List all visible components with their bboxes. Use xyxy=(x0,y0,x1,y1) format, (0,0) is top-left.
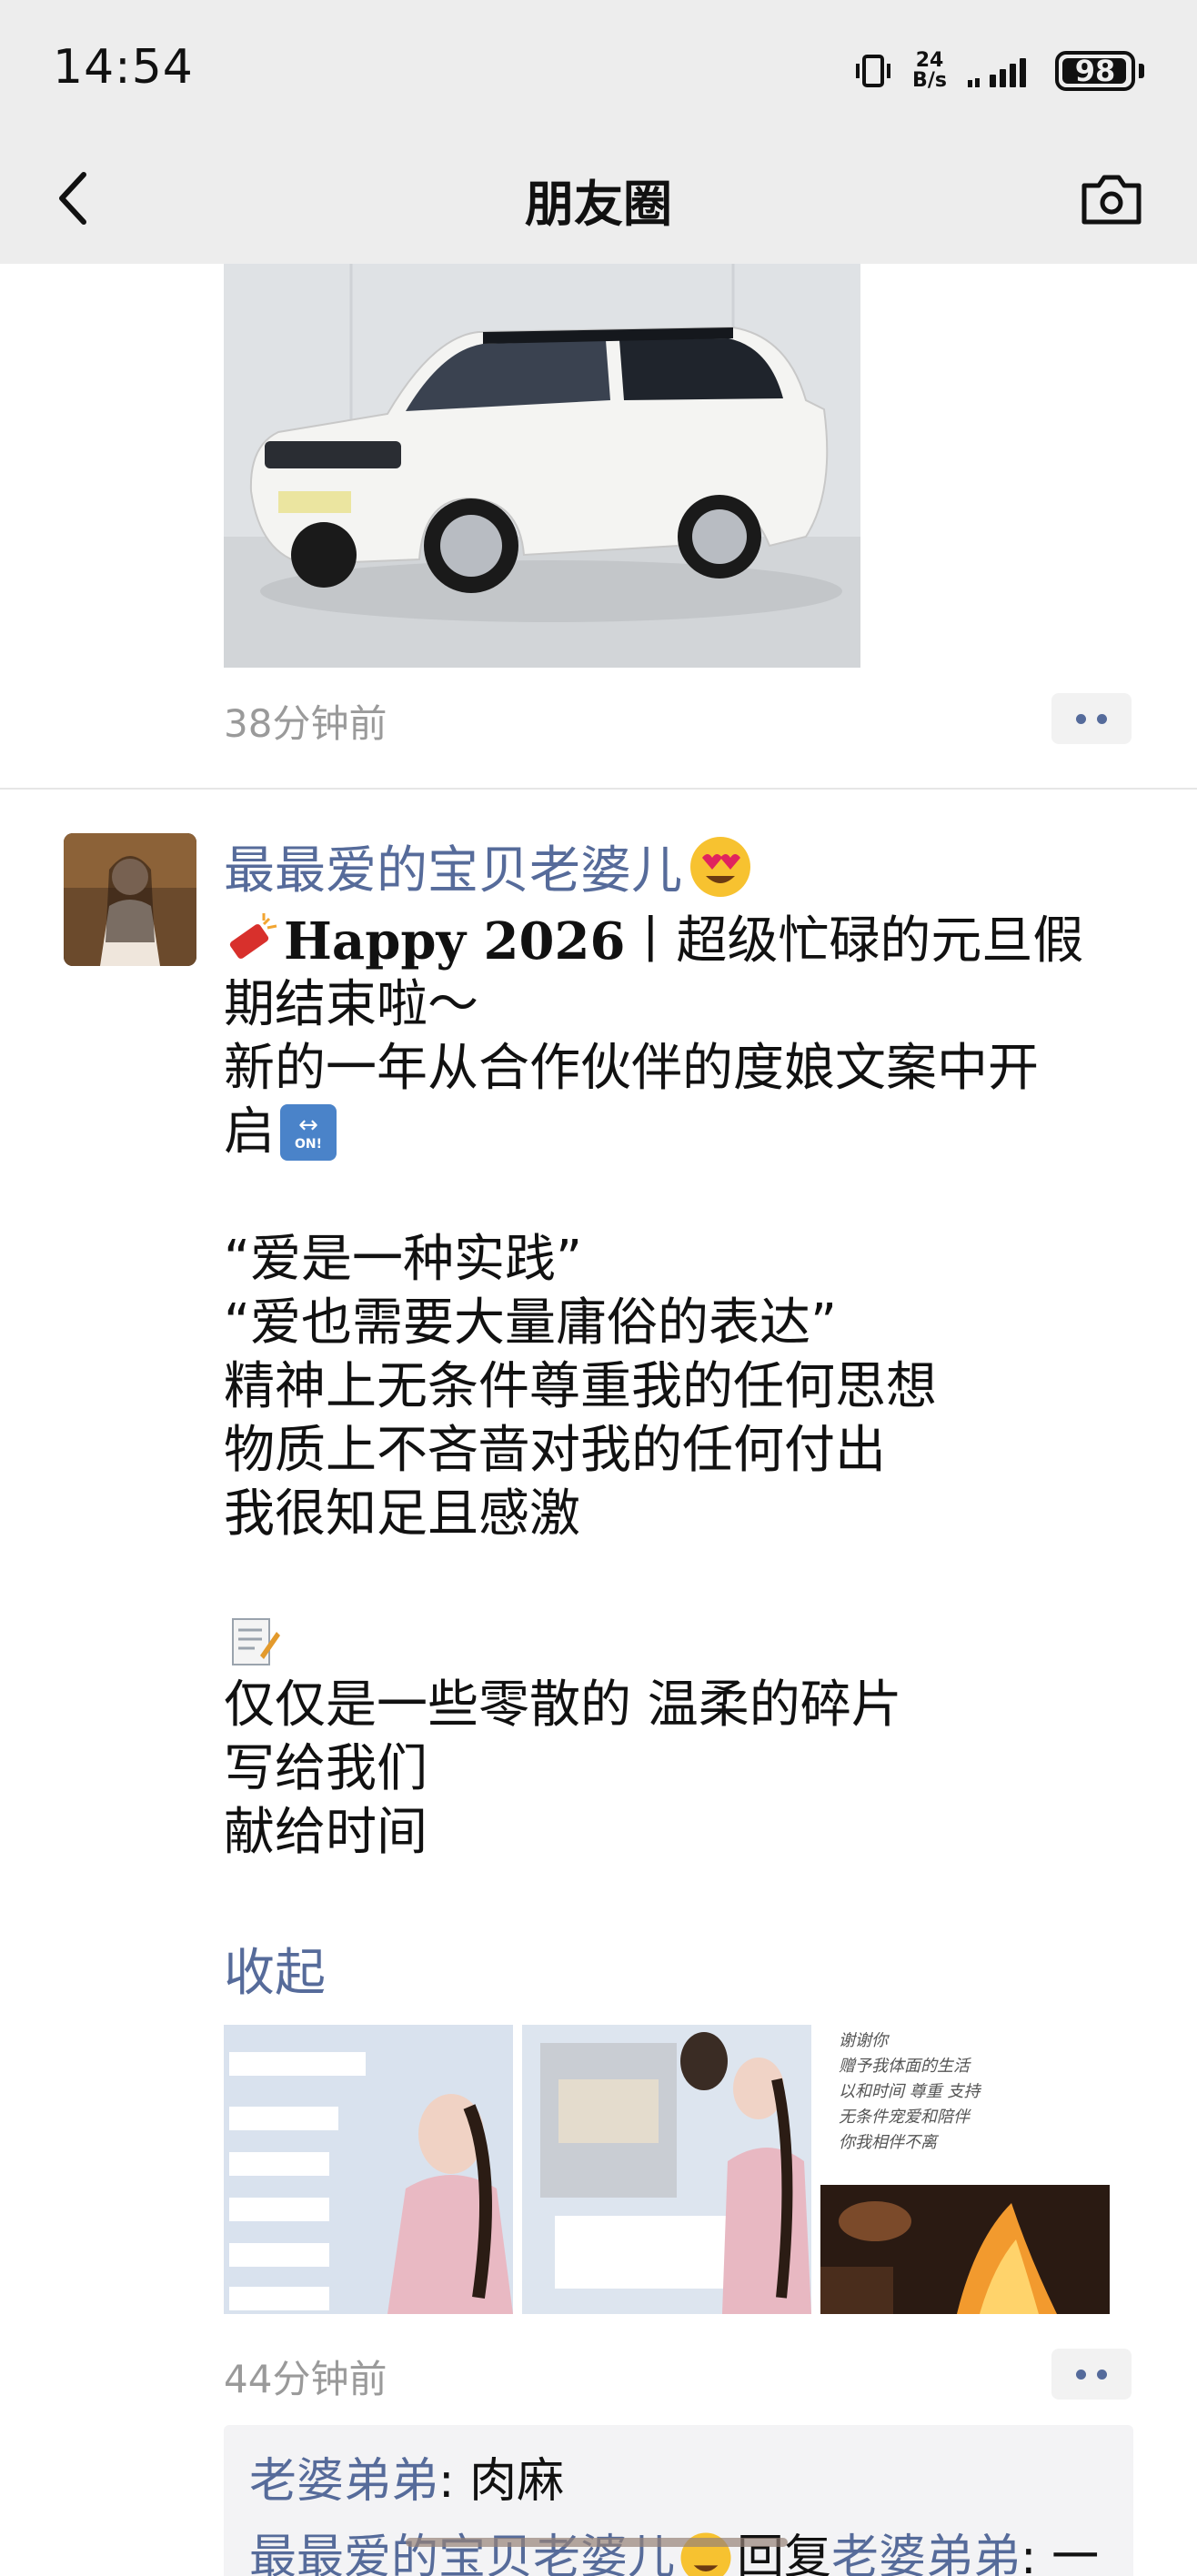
post-photo[interactable]: 谢谢你 赠予我体面的生活 以和时间 尊重 支持 无条件宠爱和陪伴 你我相伴不离 xyxy=(820,2025,1110,2314)
comment-author[interactable]: 老婆弟弟 xyxy=(249,2443,438,2520)
comment-author[interactable]: 最最爱的宝贝老婆儿 xyxy=(249,2520,675,2576)
chat-screenshot-photo xyxy=(224,2025,513,2314)
post-line: Happy 2026 丨超级忙碌的元旦假 xyxy=(224,910,1142,973)
status-icons: 24 B/s 98 xyxy=(853,44,1144,98)
post-photo[interactable] xyxy=(522,2025,811,2314)
post-line: 新的一年从合作伙伴的度娘文案中开 xyxy=(224,1039,1039,1098)
couple-photo xyxy=(522,2025,811,2314)
net-speed: 24 B/s xyxy=(910,51,950,91)
post-divider xyxy=(0,788,1197,790)
on-badge-text: ON! xyxy=(294,1137,322,1152)
camera-icon[interactable] xyxy=(1077,164,1146,233)
avatar[interactable] xyxy=(64,833,196,966)
net-speed-value: 24 xyxy=(915,49,944,72)
post-line: 献给时间 xyxy=(224,1803,428,1862)
author-name-text[interactable]: 最最爱的宝贝老婆儿 xyxy=(224,830,682,903)
comment[interactable]: 老婆弟弟 : 肉麻 xyxy=(249,2443,1108,2520)
nav-bar: 朋友圈 xyxy=(0,136,1197,264)
on-arrow-icon: ↔ ON! xyxy=(280,1104,337,1161)
post-line: 仅仅是一些零散的 温柔的碎片 xyxy=(224,1675,902,1735)
status-bar: 14:54 24 B/s 98 xyxy=(0,0,1197,136)
post-line: 精神上无条件尊重我的任何思想 xyxy=(224,1357,937,1416)
post-line: 期结束啦～ xyxy=(224,975,478,1034)
comment-reply-target[interactable]: 老婆弟弟 xyxy=(831,2520,1021,2576)
handwritten-note: 谢谢你 赠予我体面的生活 以和时间 尊重 支持 无条件宠爱和陪伴 你我相伴不离 xyxy=(839,2031,981,2152)
battery-level: 98 xyxy=(1074,54,1116,88)
post-body: Happy 2026 丨超级忙碌的元旦假 期结束啦～ 新的一年从合作伙伴的度娘文… xyxy=(224,910,1142,1865)
post-line: “爱是一种实践” xyxy=(224,1230,583,1289)
post-time: 44分钟前 xyxy=(224,2357,387,2401)
post-happy-text: Happy 2026 xyxy=(284,911,626,971)
signal-icon xyxy=(968,58,1026,87)
post-line-text: 丨超级忙碌的元旦假 xyxy=(625,911,1084,971)
post-line: 写给我们 xyxy=(224,1739,428,1798)
vibrate-icon xyxy=(856,55,890,87)
post-line: “爱也需要大量庸俗的表达” xyxy=(224,1293,838,1353)
collapse-link[interactable]: 收起 xyxy=(224,1932,326,2006)
comment[interactable]: 最最爱的宝贝老婆儿 回复 老婆弟弟 : 一 xyxy=(249,2520,1108,2576)
net-speed-unit: B/s xyxy=(912,69,947,92)
avatar-image xyxy=(64,833,196,966)
comments-box: 老婆弟弟 : 肉麻 最最爱的宝贝老婆儿 回复 老婆弟弟 : 一 xyxy=(224,2425,1133,2576)
memo-icon xyxy=(232,1618,280,1665)
page-title: 朋友圈 xyxy=(525,176,672,233)
more-dot-icon xyxy=(1097,713,1107,724)
firecracker-icon xyxy=(229,913,277,959)
car-illustration xyxy=(224,264,860,668)
battery-tip xyxy=(1139,64,1144,78)
more-button[interactable] xyxy=(1051,2349,1132,2400)
comment-text: : 一 xyxy=(1021,2531,1100,2576)
more-dot-icon xyxy=(1076,2369,1086,2380)
comment-reply-word: 回复 xyxy=(737,2531,832,2576)
post-line: 我很知足且感激 xyxy=(224,1484,580,1544)
post-time: 38分钟前 xyxy=(224,701,387,746)
more-button[interactable] xyxy=(1051,693,1132,744)
post-photo[interactable] xyxy=(224,2025,513,2314)
more-dot-icon xyxy=(1076,713,1086,724)
post-line: 物质上不吝啬对我的任何付出 xyxy=(224,1421,886,1480)
candle-flame-photo xyxy=(820,2185,1110,2314)
battery-icon: 98 xyxy=(1055,51,1135,91)
comment-text: : 肉麻 xyxy=(438,2454,565,2509)
car-photo[interactable] xyxy=(224,264,860,668)
post-line-text: 启 xyxy=(224,1102,275,1162)
heart-eyes-emoji-icon xyxy=(690,836,750,897)
post-line: 启 ↔ ON! xyxy=(224,1101,1142,1164)
scroll-overlay-bar xyxy=(406,2538,788,2547)
post-line xyxy=(224,1610,1142,1674)
more-dot-icon xyxy=(1097,2369,1107,2380)
status-time: 14:54 xyxy=(53,40,194,95)
author-name[interactable]: 最最爱的宝贝老婆儿 xyxy=(224,830,753,903)
